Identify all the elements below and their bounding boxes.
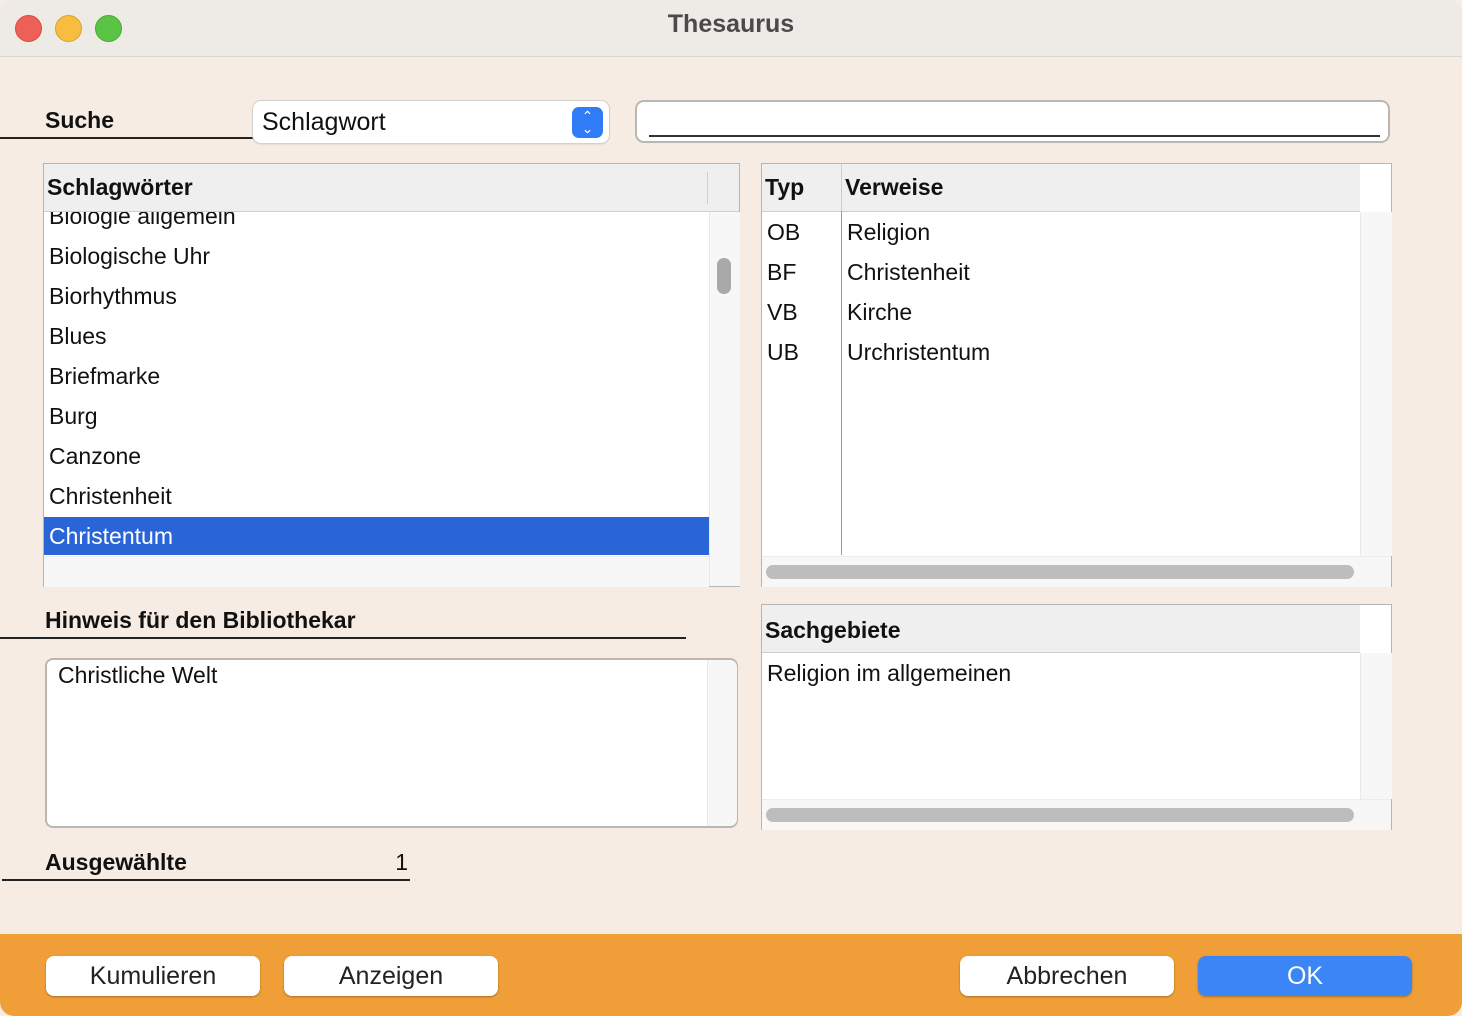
references-vscroll[interactable] bbox=[1360, 212, 1392, 556]
column-divider bbox=[841, 211, 842, 555]
list-item[interactable]: Christenheit bbox=[49, 476, 172, 516]
subjects-table[interactable]: Sachgebiete Religion im allgemeinen bbox=[761, 604, 1392, 830]
accumulate-button[interactable]: Kumulieren bbox=[46, 956, 260, 996]
search-input-underline bbox=[649, 135, 1380, 137]
subjects-hscroll[interactable] bbox=[762, 799, 1391, 830]
subjects-header-label[interactable]: Sachgebiete bbox=[765, 617, 901, 644]
subjects-header: Sachgebiete bbox=[762, 605, 1360, 653]
cancel-button[interactable]: Abbrechen bbox=[960, 956, 1174, 996]
keywords-scrollbar[interactable] bbox=[709, 212, 740, 586]
ref-cell[interactable]: Religion bbox=[847, 212, 930, 252]
search-label: Suche bbox=[45, 107, 115, 133]
column-refs-header[interactable]: Verweise bbox=[845, 174, 943, 201]
ref-cell[interactable]: Urchristentum bbox=[847, 332, 990, 372]
ok-button[interactable]: OK bbox=[1198, 956, 1412, 996]
subject-item[interactable]: Religion im allgemeinen bbox=[767, 660, 1011, 687]
list-item[interactable]: Biologie allgemein bbox=[49, 212, 236, 236]
list-item[interactable]: Blues bbox=[49, 316, 107, 356]
references-header: Typ Verweise bbox=[762, 164, 1360, 212]
subjects-hscroll-thumb[interactable] bbox=[766, 808, 1354, 822]
list-item-selected-label: Christentum bbox=[49, 523, 173, 549]
ref-type-cell: OB bbox=[767, 219, 801, 245]
list-item[interactable]: Burg bbox=[49, 396, 98, 436]
search-mode-value: Schlagwort bbox=[262, 108, 386, 136]
list-item[interactable]: Canzone bbox=[49, 436, 141, 476]
references-hscroll-thumb[interactable] bbox=[766, 565, 1354, 579]
note-label-underline bbox=[0, 637, 686, 639]
ref-type-cell: BF bbox=[767, 259, 797, 285]
ref-cell[interactable]: Kirche bbox=[847, 292, 912, 332]
selected-count-underline bbox=[2, 879, 410, 881]
header-divider bbox=[841, 164, 842, 211]
selected-count-value: 1 bbox=[395, 849, 408, 875]
ref-cell[interactable]: Christenheit bbox=[847, 252, 970, 292]
thesaurus-window: Thesaurus Suche Schlagwort ⌃ ⌃ Schlagwört… bbox=[0, 0, 1462, 1016]
note-label: Hinweis für den Bibliothekar bbox=[45, 607, 356, 633]
list-item-selected[interactable]: Christentum bbox=[44, 517, 709, 555]
show-button[interactable]: Anzeigen bbox=[284, 956, 498, 996]
keywords-header-label: Schlagwörter bbox=[47, 174, 193, 200]
column-type-header[interactable]: Typ bbox=[765, 174, 804, 201]
keywords-viewport: Biologie allgemein Biologische Uhr Biorh… bbox=[44, 212, 709, 556]
title-bar: Thesaurus bbox=[0, 0, 1462, 57]
chevron-up-down-icon[interactable]: ⌃ ⌃ bbox=[572, 107, 603, 138]
keywords-list[interactable]: Schlagwörter Biologie allgemein Biologis… bbox=[43, 163, 740, 587]
search-input[interactable] bbox=[635, 100, 1390, 143]
list-item[interactable]: Biorhythmus bbox=[49, 276, 177, 316]
ref-type-cell: VB bbox=[767, 299, 798, 325]
subjects-vscroll[interactable] bbox=[1360, 653, 1392, 799]
window-title: Thesaurus bbox=[667, 10, 795, 38]
list-item[interactable]: Briefmarke bbox=[49, 356, 160, 396]
search-mode-select[interactable]: Schlagwort ⌃ ⌃ bbox=[253, 101, 609, 143]
references-hscroll[interactable] bbox=[762, 556, 1391, 587]
selected-count-label: Ausgewählte bbox=[45, 849, 187, 875]
note-text: Christliche Welt bbox=[58, 662, 218, 688]
keywords-scroll-thumb[interactable] bbox=[717, 258, 731, 294]
note-textarea[interactable]: Christliche Welt bbox=[45, 658, 738, 828]
search-label-underline bbox=[0, 137, 255, 139]
references-table[interactable]: Typ Verweise OB Religion BF Christenheit… bbox=[761, 163, 1392, 587]
header-divider bbox=[707, 172, 708, 204]
keywords-header[interactable]: Schlagwörter bbox=[44, 164, 739, 212]
keywords-hscroll-area bbox=[44, 556, 709, 587]
list-item[interactable]: Biologische Uhr bbox=[49, 236, 210, 276]
ref-type-cell: UB bbox=[767, 339, 799, 365]
note-scrollbar[interactable] bbox=[707, 660, 737, 826]
